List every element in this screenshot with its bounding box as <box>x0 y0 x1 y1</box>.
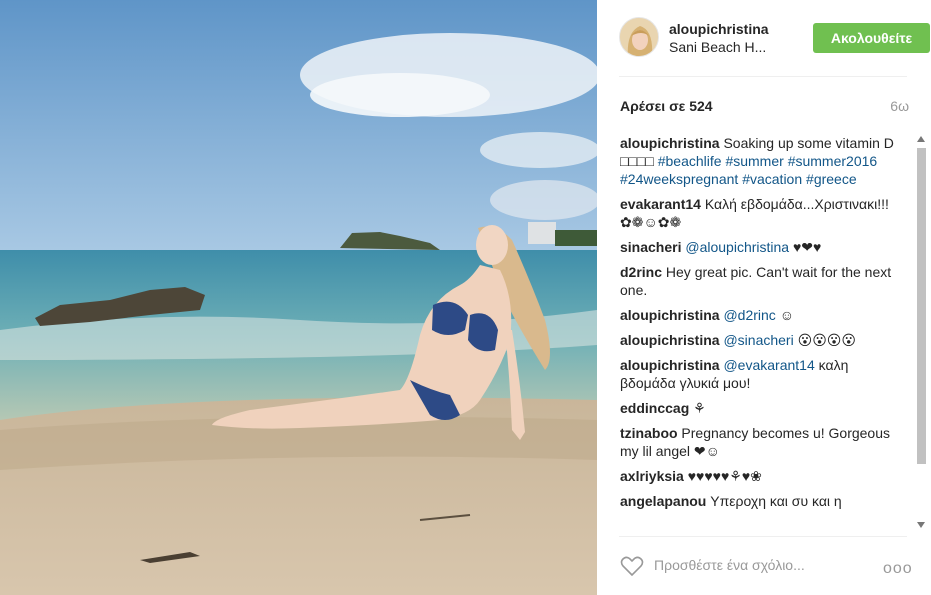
likes-count[interactable]: Αρέσει σε 524 <box>620 98 713 114</box>
beach-photo <box>0 0 597 595</box>
heart-outline-icon[interactable] <box>620 556 644 576</box>
scroll-down-icon[interactable] <box>917 522 925 528</box>
comment-tag-link[interactable]: #summer <box>725 153 783 169</box>
comment-username[interactable]: d2rinc <box>620 264 662 280</box>
follow-button[interactable]: Ακολουθείτε <box>813 23 930 53</box>
comment-tag-link[interactable]: #vacation <box>742 171 802 187</box>
comment-username[interactable]: tzinaboo <box>620 425 678 441</box>
comment-username[interactable]: evakarant14 <box>620 196 701 212</box>
comment-item: sinacheri @aloupichristina ♥❤♥ <box>620 238 895 256</box>
comment-username[interactable]: aloupichristina <box>620 307 720 323</box>
comment-tag-link[interactable]: #summer2016 <box>788 153 878 169</box>
avatar[interactable] <box>619 17 659 57</box>
comment-text: ☺ <box>775 307 794 323</box>
comment-username[interactable]: eddinccag <box>620 400 689 416</box>
post-photo[interactable] <box>0 0 597 595</box>
comment-tag-link[interactable]: @evakarant14 <box>723 357 814 373</box>
post-header: aloupichristina Sani Beach H... Ακολουθε… <box>619 15 930 59</box>
comment-tag-link[interactable]: #24weekspregnant <box>620 171 738 187</box>
comment-item: eddinccag ⚘ <box>620 399 895 417</box>
divider <box>619 76 907 77</box>
post-side-panel: aloupichristina Sani Beach H... Ακολουθε… <box>597 0 931 595</box>
username-link[interactable]: aloupichristina <box>669 21 769 37</box>
add-comment-input[interactable] <box>654 557 844 573</box>
comment-text: Υπεροχη και συ και η <box>706 493 842 509</box>
divider <box>619 536 907 537</box>
comment-item: axlriyksia ♥♥♥♥♥⚘♥❀ <box>620 467 895 485</box>
post-age: 6ω <box>890 98 909 114</box>
comment-username[interactable]: aloupichristina <box>620 135 720 151</box>
location-link[interactable]: Sani Beach H... <box>669 39 766 55</box>
comment-text: ⚘ <box>689 400 706 416</box>
comment-text: 😮😮😮😮 <box>793 332 856 348</box>
comment-item: aloupichristina @d2rinc ☺ <box>620 306 895 324</box>
scroll-up-icon[interactable] <box>917 136 925 142</box>
avatar-image <box>620 18 658 56</box>
comment-text: ♥❤♥ <box>789 239 822 255</box>
comment-item: evakarant14 Καλή εβδομάδα...Χριστινακι!!… <box>620 195 895 231</box>
comment-item: angelapanou Υπεροχη και συ και η <box>620 492 895 510</box>
comment-tag-link[interactable]: @d2rinc <box>723 307 775 323</box>
comment-item: aloupichristina Soaking up some vitamin … <box>620 134 895 188</box>
comment-username[interactable]: angelapanou <box>620 493 706 509</box>
comment-tag-link[interactable]: @sinacheri <box>723 332 793 348</box>
comment-item: tzinaboo Pregnancy becomes u! Gorgeous m… <box>620 424 895 460</box>
comment-username[interactable]: aloupichristina <box>620 357 720 373</box>
comment-text: ♥♥♥♥♥⚘♥❀ <box>683 468 762 484</box>
comment-tag-link[interactable]: @aloupichristina <box>685 239 789 255</box>
comment-item: aloupichristina @evakarant14 καλη βδομάδ… <box>620 356 895 392</box>
comment-tag-link[interactable]: #beachlife <box>658 153 722 169</box>
comment-item: aloupichristina @sinacheri 😮😮😮😮 <box>620 331 895 349</box>
comment-tag-link[interactable]: #greece <box>806 171 857 187</box>
comment-item: d2rinc Hey great pic. Can't wait for the… <box>620 263 895 299</box>
comments-scrollbar[interactable] <box>915 134 929 530</box>
scrollbar-thumb[interactable] <box>917 148 926 464</box>
comment-username[interactable]: sinacheri <box>620 239 681 255</box>
more-options-button[interactable]: ooo <box>883 560 913 578</box>
comment-username[interactable]: aloupichristina <box>620 332 720 348</box>
comment-username[interactable]: axlriyksia <box>620 468 684 484</box>
comments-list[interactable]: aloupichristina Soaking up some vitamin … <box>620 134 895 530</box>
